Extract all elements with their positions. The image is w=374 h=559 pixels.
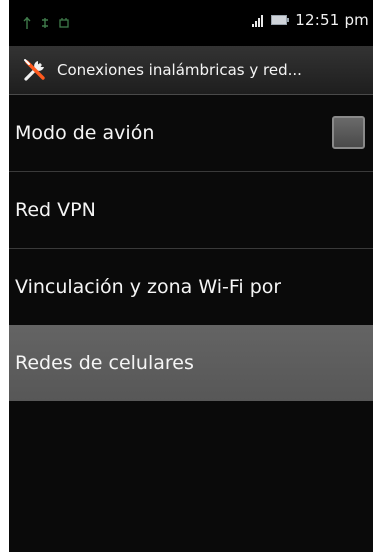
wrench-screwdriver-icon <box>24 59 45 81</box>
system-tray: 12:51 pm <box>252 11 369 29</box>
airplane-mode-checkbox[interactable] <box>332 116 365 149</box>
list-item-red-vpn[interactable]: Red VPN <box>9 172 373 249</box>
list-item-label: Vinculación y zona Wi-Fi por <box>15 276 282 298</box>
phone-screen: 12:51 pm Conexiones inalámbricas y red..… <box>9 0 373 552</box>
clock: 12:51 pm <box>295 11 369 29</box>
status-bar: 12:51 pm <box>9 0 373 46</box>
list-item-label: Red VPN <box>15 199 96 221</box>
list-item-modo-de-avion[interactable]: Modo de avión <box>9 95 373 172</box>
signal-icon <box>252 13 264 27</box>
list-item-label: Redes de celulares <box>15 352 194 374</box>
usb-icon <box>23 14 31 29</box>
list-item-redes-de-celulares[interactable]: Redes de celulares <box>9 325 373 401</box>
battery-icon <box>271 15 290 25</box>
page-title: Conexiones inalámbricas y red... <box>57 61 302 79</box>
title-bar: Conexiones inalámbricas y red... <box>9 46 373 95</box>
list-item-vinculacion-wifi[interactable]: Vinculación y zona Wi-Fi por <box>9 249 373 325</box>
notification-icon <box>59 14 69 28</box>
list-item-label: Modo de avión <box>15 122 155 144</box>
settings-list: Modo de avión Red VPN Vinculación y zona… <box>9 95 373 401</box>
notification-area <box>23 14 69 29</box>
sync-icon <box>41 14 49 28</box>
